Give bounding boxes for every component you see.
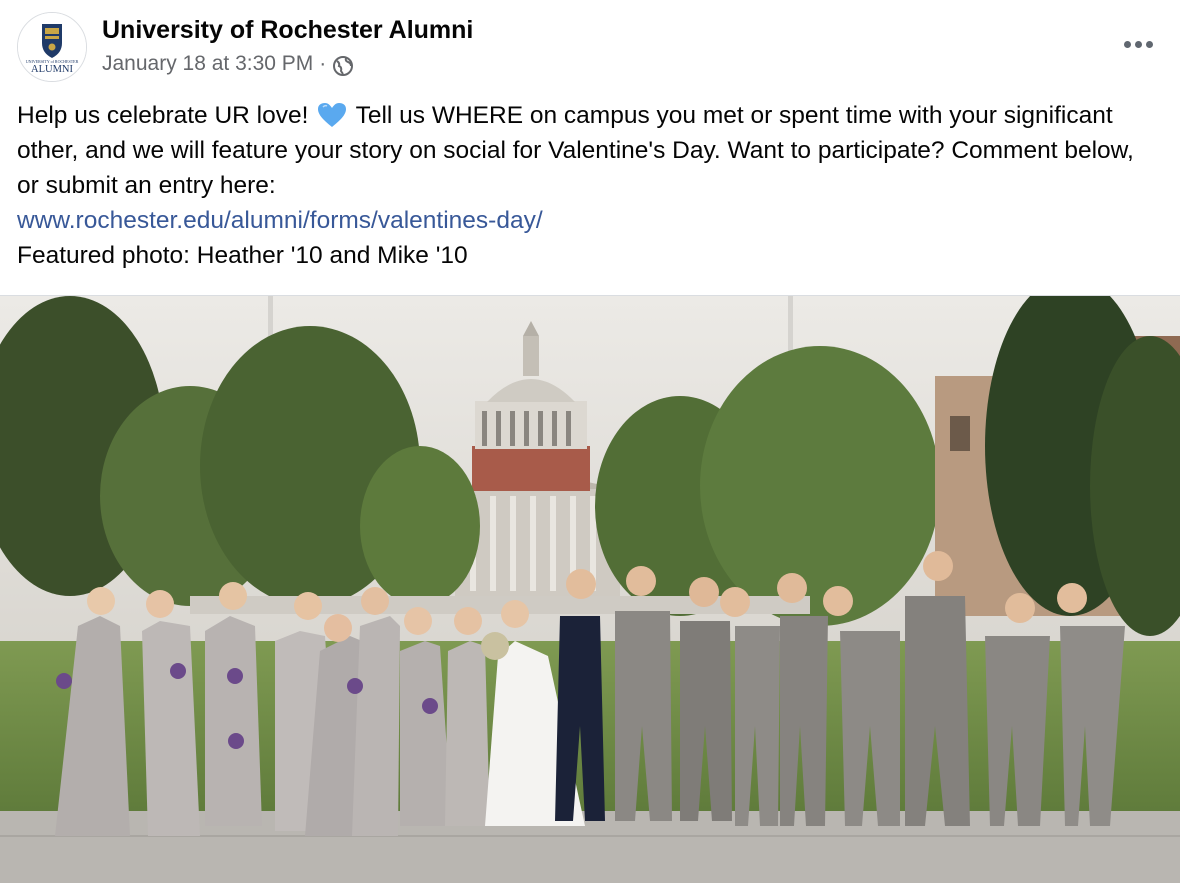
page-name-link[interactable]: University of Rochester Alumni — [102, 15, 473, 45]
post-meta: January 18 at 3:30 PM · — [102, 50, 354, 78]
more-options-icon[interactable] — [1116, 28, 1160, 60]
page-avatar[interactable]: UNIVERSITY of ROCHESTER ALUMNI — [17, 12, 87, 82]
valentines-form-link[interactable]: www.rochester.edu/alumni/forms/valentine… — [17, 203, 543, 238]
meta-separator: · — [319, 52, 327, 75]
avatar-text: ALUMNI — [31, 64, 73, 75]
post-timestamp[interactable]: January 18 at 3:30 PM — [102, 52, 313, 76]
blue-heart-icon — [317, 102, 347, 128]
post-text: Help us celebrate UR love! Tell us WHERE… — [17, 98, 1157, 273]
globe-icon[interactable] — [332, 55, 354, 77]
post-caption: Featured photo: Heather '10 and Mike '10 — [17, 242, 468, 269]
post-header: UNIVERSITY of ROCHESTER ALUMNI Universit… — [0, 0, 1180, 92]
post-text-intro: Help us celebrate UR love! — [17, 102, 309, 129]
photo-illustration — [0, 296, 1180, 883]
wedding-party-photo[interactable] — [0, 295, 1180, 883]
alumni-logo-icon: UNIVERSITY of ROCHESTER ALUMNI — [18, 13, 86, 81]
